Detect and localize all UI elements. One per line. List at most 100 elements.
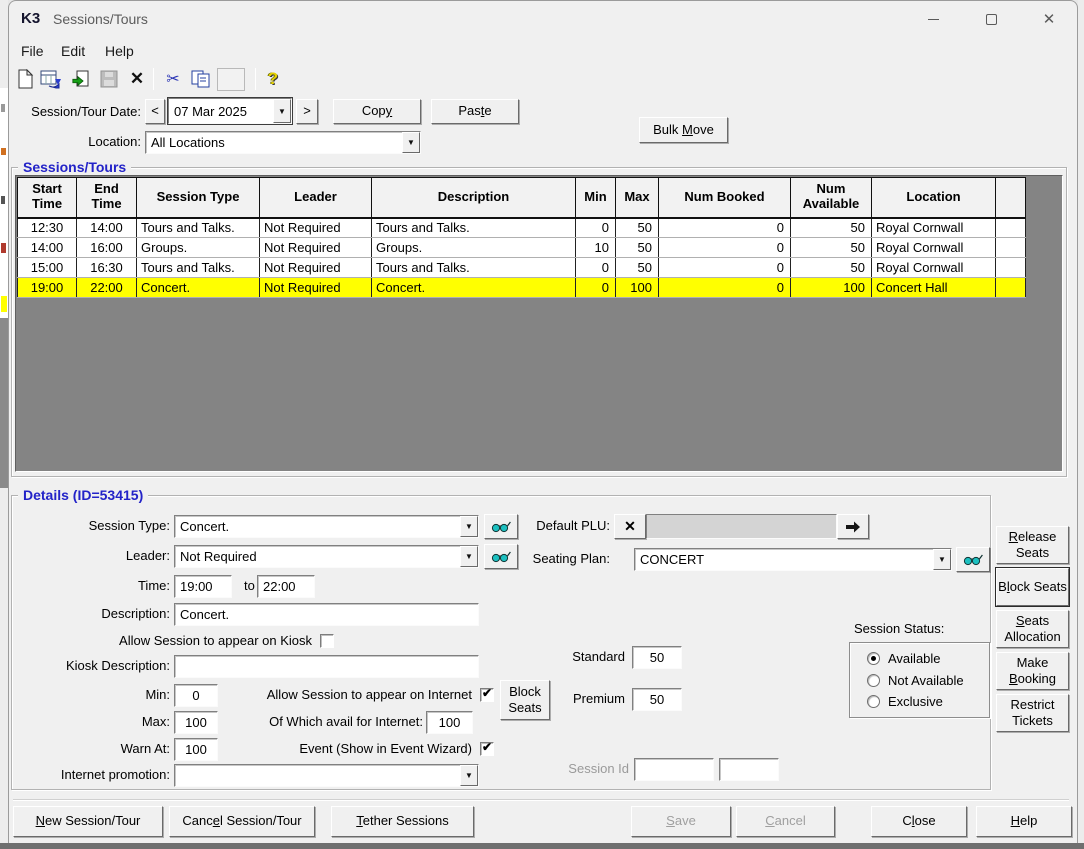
date-input[interactable] <box>169 99 273 123</box>
restrict-tickets-button[interactable]: Restrict Tickets <box>996 694 1069 732</box>
leader-dropdown-button[interactable]: ▼ <box>460 546 478 567</box>
close-button[interactable]: ✕ <box>1027 4 1071 34</box>
cancel-button[interactable]: Cancel <box>736 806 835 837</box>
copy-button[interactable]: Copy <box>333 99 421 124</box>
standard-field[interactable] <box>633 647 681 668</box>
column-header <box>996 178 1026 218</box>
date-combobox[interactable]: ▼ <box>168 98 292 124</box>
time-label: Time: <box>12 575 170 597</box>
default-plu-select-button[interactable] <box>837 514 869 539</box>
blank-toolbar-button[interactable] <box>217 68 245 91</box>
default-plu-clear-button[interactable]: ✕ <box>614 514 646 539</box>
description-field[interactable] <box>175 604 478 625</box>
session-type-input[interactable] <box>175 516 460 537</box>
block-seats-button[interactable]: Block Seats <box>996 568 1069 606</box>
leader-browse-button[interactable] <box>484 544 518 569</box>
menu-file[interactable]: File <box>17 41 48 61</box>
event-checkbox[interactable] <box>480 742 494 756</box>
table-row[interactable]: 15:0016:30 Tours and Talks.Not Required … <box>18 258 1026 278</box>
toolbar-separator <box>255 68 256 90</box>
new-document-icon[interactable] <box>13 67 37 91</box>
paste-button[interactable]: Paste <box>431 99 519 124</box>
internet-promotion-input[interactable] <box>175 765 460 786</box>
toolbar-separator <box>153 68 154 90</box>
location-input[interactable] <box>146 132 402 153</box>
window-title: Sessions/Tours <box>53 11 148 27</box>
leader-label: Leader: <box>12 545 170 567</box>
chevron-down-icon: ▼ <box>465 771 473 780</box>
status-not-available-radio[interactable] <box>867 674 880 687</box>
session-id-field2[interactable] <box>720 759 778 780</box>
make-booking-button[interactable]: Make Booking <box>996 652 1069 690</box>
help-icon[interactable]: ? <box>261 67 285 91</box>
min-field[interactable] <box>175 685 217 706</box>
date-dropdown-button[interactable]: ▼ <box>273 99 291 123</box>
seating-plan-dropdown-button[interactable]: ▼ <box>933 549 951 570</box>
location-dropdown-button[interactable]: ▼ <box>402 132 420 153</box>
seating-plan-input[interactable] <box>635 549 933 570</box>
help-button[interactable]: Help <box>976 806 1072 837</box>
cancel-session-tour-button[interactable]: Cancel Session/Tour <box>169 806 315 837</box>
kiosk-checkbox[interactable] <box>320 634 334 648</box>
standard-field-wrap <box>632 646 682 669</box>
delete-icon[interactable]: ✕ <box>125 67 149 91</box>
seating-plan-browse-button[interactable] <box>956 547 990 572</box>
seating-plan-combobox[interactable]: ▼ <box>634 548 952 571</box>
column-header: Max <box>616 178 659 218</box>
new-session-tour-button[interactable]: New Session/Tour <box>13 806 163 837</box>
session-status-label: Session Status: <box>854 618 944 640</box>
release-seats-button[interactable]: Release Seats <box>996 526 1069 564</box>
table-row[interactable]: 14:0016:00 Groups.Not Required Groups.10… <box>18 238 1026 258</box>
maximize-button[interactable] <box>969 4 1013 34</box>
date-prev-button[interactable]: < <box>145 99 165 124</box>
premium-label: Premium <box>552 688 625 710</box>
leader-combobox[interactable]: ▼ <box>174 545 479 568</box>
session-type-combobox[interactable]: ▼ <box>174 515 479 538</box>
menu-edit[interactable]: Edit <box>57 41 89 61</box>
bulk-move-button[interactable]: Bulk Move <box>639 117 728 143</box>
chevron-down-icon: ▼ <box>938 555 946 564</box>
status-exclusive-radio[interactable] <box>867 695 880 708</box>
table-row[interactable]: 12:3014:00 Tours and Talks.Not Required … <box>18 218 1026 238</box>
premium-field-wrap <box>632 688 682 711</box>
menu-help[interactable]: Help <box>101 41 138 61</box>
internet-checkbox[interactable] <box>480 688 494 702</box>
time-to-field[interactable] <box>258 576 314 597</box>
session-id-field1[interactable] <box>635 759 713 780</box>
block-seats-small-button[interactable]: Block Seats <box>500 680 550 720</box>
time-from-field[interactable] <box>175 576 231 597</box>
seats-allocation-button[interactable]: Seats Allocation <box>996 610 1069 648</box>
table-row-selected[interactable]: 19:0022:00 Concert.Not Required Concert.… <box>18 278 1026 298</box>
cut-icon[interactable]: ✂ <box>161 67 185 91</box>
glasses-icon <box>490 520 512 533</box>
max-field[interactable] <box>175 712 217 733</box>
tether-sessions-button[interactable]: Tether Sessions <box>331 806 474 837</box>
default-plu-field[interactable] <box>647 515 836 538</box>
session-type-dropdown-button[interactable]: ▼ <box>460 516 478 537</box>
save-button[interactable]: Save <box>631 806 731 837</box>
status-available-radio[interactable] <box>867 652 880 665</box>
premium-field[interactable] <box>633 689 681 710</box>
kiosk-description-field[interactable] <box>175 656 478 677</box>
sessions-tours-window: K3 Sessions/Tours ✕ File Edit Help <box>8 0 1078 843</box>
glasses-icon <box>490 550 512 563</box>
location-label: Location: <box>9 131 141 153</box>
save-icon[interactable] <box>97 67 121 91</box>
column-header: Num Available <box>791 178 872 218</box>
chevron-down-icon: ▼ <box>465 522 473 531</box>
internet-avail-field[interactable] <box>427 712 472 733</box>
warn-at-field[interactable] <box>175 739 217 760</box>
session-type-browse-button[interactable] <box>484 514 518 539</box>
internet-promotion-dropdown-button[interactable]: ▼ <box>460 765 478 786</box>
internet-promotion-combobox[interactable]: ▼ <box>174 764 479 787</box>
copy-icon[interactable] <box>189 67 213 91</box>
leader-input[interactable] <box>175 546 460 567</box>
import-document-icon[interactable] <box>69 67 93 91</box>
calendar-transfer-icon[interactable] <box>39 67 63 91</box>
minimize-button[interactable] <box>911 4 955 34</box>
date-next-button[interactable]: > <box>296 99 318 124</box>
glasses-icon <box>962 553 984 566</box>
location-combobox[interactable]: ▼ <box>145 131 421 154</box>
close-dialog-button[interactable]: Close <box>871 806 967 837</box>
chevron-down-icon: ▼ <box>407 138 415 147</box>
